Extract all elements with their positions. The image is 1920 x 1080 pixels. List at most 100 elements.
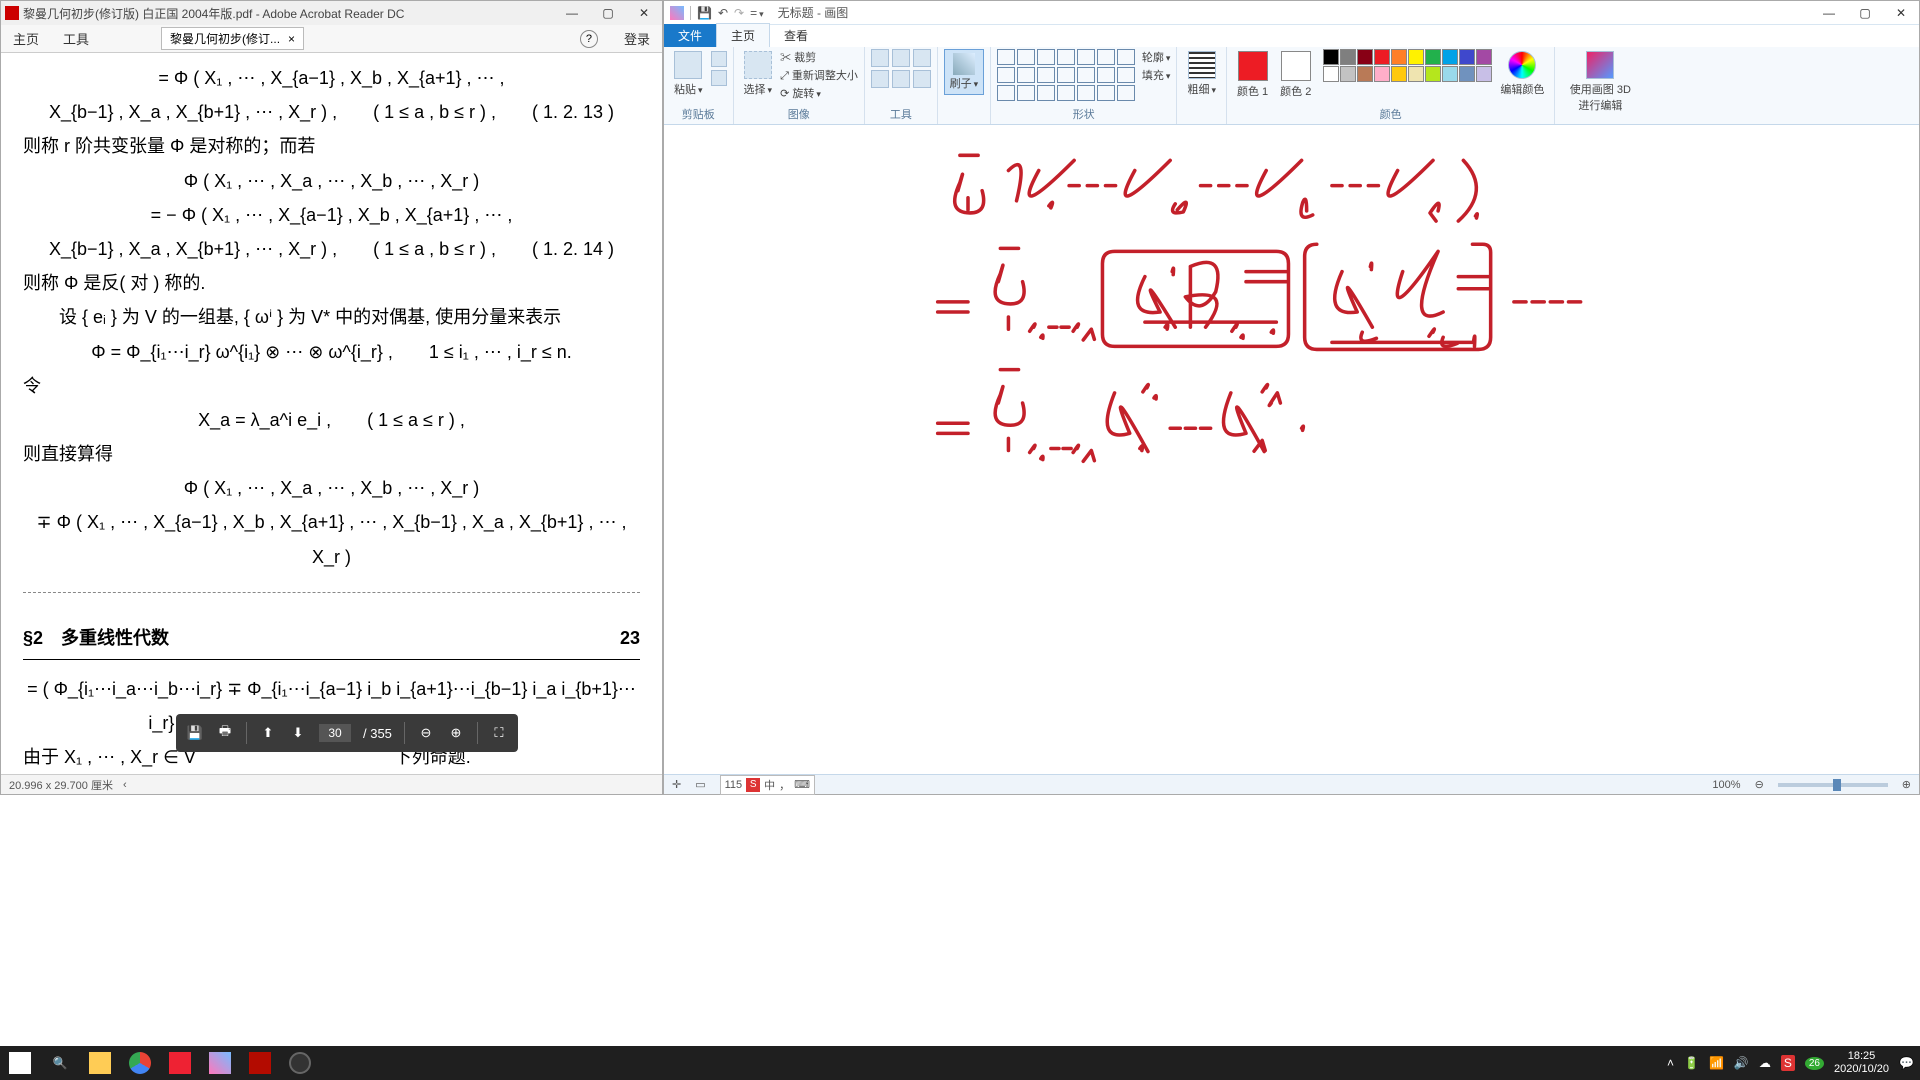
palette-swatch[interactable] [1408, 49, 1424, 65]
next-page-icon[interactable]: ⬇ [289, 724, 307, 742]
paint-canvas[interactable] [668, 125, 1915, 772]
zoom-in-icon[interactable]: ⊕ [447, 724, 465, 742]
paint-task-icon[interactable] [200, 1046, 240, 1080]
prev-page-icon[interactable]: ⬆ [259, 724, 277, 742]
notifications-icon[interactable]: 💬 [1899, 1056, 1914, 1070]
paste-button[interactable]: 粘贴 [670, 49, 707, 99]
zoom-icon[interactable] [913, 70, 931, 88]
color1-button[interactable]: 颜色 1 [1233, 49, 1272, 101]
battery-icon[interactable]: 🔋 [1684, 1056, 1699, 1070]
youdao-icon[interactable] [160, 1046, 200, 1080]
picker-icon[interactable] [892, 70, 910, 88]
palette-swatch[interactable] [1391, 49, 1407, 65]
color2-button[interactable]: 颜色 2 [1276, 49, 1315, 101]
search-icon[interactable]: 🔍 [40, 1046, 80, 1080]
save-icon[interactable]: 💾 [186, 724, 204, 742]
palette-swatch[interactable] [1442, 49, 1458, 65]
text-icon[interactable] [913, 49, 931, 67]
eraser-icon[interactable] [871, 70, 889, 88]
palette-swatch[interactable] [1340, 49, 1356, 65]
thickness-button[interactable]: 粗细 [1183, 49, 1220, 99]
onedrive-icon[interactable]: ☁ [1759, 1056, 1771, 1070]
tab-home[interactable]: 主页 [716, 23, 770, 47]
wifi-icon[interactable]: 📶 [1709, 1056, 1724, 1070]
copy-icon[interactable] [711, 70, 727, 86]
tab-file[interactable]: 文件 [664, 24, 716, 47]
lang-zh[interactable]: 中 [764, 777, 775, 793]
shapes-gallery[interactable] [997, 49, 1135, 101]
crop-button[interactable]: ✂ 裁剪 [780, 49, 858, 65]
outline-button[interactable]: 轮廓 [1142, 49, 1171, 65]
explorer-icon[interactable] [80, 1046, 120, 1080]
zoom-out-icon[interactable]: ⊖ [1755, 778, 1764, 791]
palette-swatch[interactable] [1374, 66, 1390, 82]
sogou-icon[interactable]: S [746, 778, 760, 792]
minimize-button[interactable]: — [554, 1, 590, 25]
pencil-icon[interactable] [871, 49, 889, 67]
tab-view[interactable]: 查看 [770, 24, 822, 47]
volume-icon[interactable]: 🔊 [1734, 1056, 1749, 1070]
close-button[interactable]: ✕ [1883, 1, 1919, 25]
lang-comma[interactable]: ， [779, 777, 790, 793]
zoom-slider[interactable] [1778, 783, 1888, 787]
paint-titlebar[interactable]: 💾 ↶ ↷ = 无标题 - 画图 — ▢ ✕ [664, 1, 1919, 25]
palette-swatch[interactable] [1459, 66, 1475, 82]
zoom-in-icon[interactable]: ⊕ [1902, 778, 1911, 791]
palette-swatch[interactable] [1374, 49, 1390, 65]
tab-close-icon[interactable]: × [288, 32, 295, 46]
pdf-page[interactable]: = Φ ( X₁ , ⋯ , X_{a−1} , X_b , X_{a+1} ,… [5, 55, 658, 772]
sogou-tray-icon[interactable]: S [1781, 1055, 1795, 1071]
brush-button[interactable]: 刷子 [944, 49, 984, 95]
undo-icon[interactable]: ↶ [718, 6, 728, 20]
palette-swatch[interactable] [1459, 49, 1475, 65]
maximize-button[interactable]: ▢ [590, 1, 626, 25]
acrobat-task-icon[interactable] [240, 1046, 280, 1080]
wechat-badge[interactable]: 26 [1805, 1057, 1824, 1070]
fill-button[interactable]: 填充 [1142, 67, 1171, 83]
palette-swatch[interactable] [1442, 66, 1458, 82]
resize-button[interactable]: ⤢ 重新调整大小 [780, 67, 858, 83]
palette-swatch[interactable] [1476, 66, 1492, 82]
keyboard-icon[interactable]: ⌨ [794, 778, 810, 791]
palette-swatch[interactable] [1357, 49, 1373, 65]
tools-tab[interactable]: 工具 [51, 29, 101, 48]
save-icon[interactable]: 💾 [697, 6, 712, 20]
rotate-button[interactable]: ⟳ 旋转 [780, 85, 858, 101]
maximize-button[interactable]: ▢ [1847, 1, 1883, 25]
page-input[interactable] [319, 724, 351, 742]
palette-swatch[interactable] [1357, 66, 1373, 82]
paint3d-button[interactable]: 使用画图 3D 进行编辑 [1561, 49, 1639, 115]
palette-swatch[interactable] [1323, 49, 1339, 65]
bucket-icon[interactable] [892, 49, 910, 67]
zoom-out-icon[interactable]: ⊖ [417, 724, 435, 742]
palette-swatch[interactable] [1323, 66, 1339, 82]
language-bar[interactable]: 115 S 中 ， ⌨ [720, 775, 815, 795]
login-button[interactable]: 登录 [612, 29, 662, 48]
acrobat-titlebar[interactable]: 黎曼几何初步(修订版) 白正国 2004年版.pdf - Adobe Acrob… [1, 1, 662, 25]
select-button[interactable]: 选择 [740, 49, 777, 99]
palette-swatch[interactable] [1391, 66, 1407, 82]
palette-swatch[interactable] [1425, 49, 1441, 65]
edit-colors-button[interactable]: 编辑颜色 [1496, 49, 1548, 99]
palette-swatch[interactable] [1476, 49, 1492, 65]
paint-app-icon[interactable] [670, 6, 684, 20]
print-icon[interactable]: 🖶 [216, 724, 234, 742]
cut-icon[interactable] [711, 51, 727, 67]
clock[interactable]: 18:25 2020/10/20 [1834, 1050, 1889, 1075]
help-icon[interactable]: ? [580, 30, 598, 48]
minimize-button[interactable]: — [1811, 1, 1847, 25]
obs-icon[interactable] [280, 1046, 320, 1080]
collapse-icon[interactable]: ‹ [123, 779, 127, 791]
start-button[interactable] [0, 1046, 40, 1080]
chrome-icon[interactable] [120, 1046, 160, 1080]
document-tab[interactable]: 黎曼几何初步(修订... × [161, 27, 304, 50]
palette-swatch[interactable] [1408, 66, 1424, 82]
qat-more-icon[interactable]: = [750, 6, 764, 20]
close-button[interactable]: ✕ [626, 1, 662, 25]
palette-swatch[interactable] [1340, 66, 1356, 82]
palette-swatch[interactable] [1425, 66, 1441, 82]
tray-expand-icon[interactable]: ˄ [1667, 1056, 1674, 1070]
redo-icon[interactable]: ↷ [734, 6, 744, 20]
fit-icon[interactable]: ⛶ [490, 724, 508, 742]
home-tab[interactable]: 主页 [1, 29, 51, 48]
